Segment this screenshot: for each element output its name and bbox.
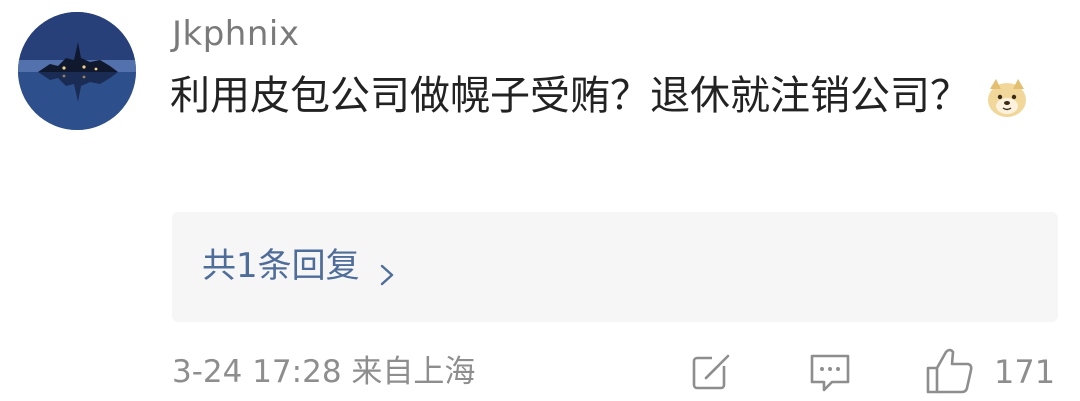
avatar[interactable] bbox=[18, 12, 136, 130]
doge-emoji-icon bbox=[984, 75, 1030, 121]
reply-count-label: 共1条回复 bbox=[202, 246, 360, 286]
comment-item: Jkphnix 利用皮包公司做幌子受贿？退休就注销公司？ 共1条回复 3-24 … bbox=[0, 0, 1080, 401]
comment-body: 利用皮包公司做幌子受贿？退休就注销公司？ bbox=[170, 73, 970, 119]
view-replies-link[interactable]: 共1条回复 bbox=[202, 246, 398, 286]
reply-summary-box: 共1条回复 bbox=[172, 212, 1058, 322]
thumbs-up-icon[interactable] bbox=[924, 346, 976, 396]
like-count: 171 bbox=[994, 353, 1056, 391]
avatar-image bbox=[18, 12, 136, 130]
comment-text: 利用皮包公司做幌子受贿？退休就注销公司？ bbox=[170, 66, 1040, 126]
username[interactable]: Jkphnix bbox=[172, 14, 299, 54]
share-icon[interactable] bbox=[690, 352, 732, 394]
action-bar: 171 bbox=[0, 346, 1080, 398]
comment-icon[interactable] bbox=[808, 352, 852, 394]
chevron-right-icon bbox=[376, 255, 398, 286]
